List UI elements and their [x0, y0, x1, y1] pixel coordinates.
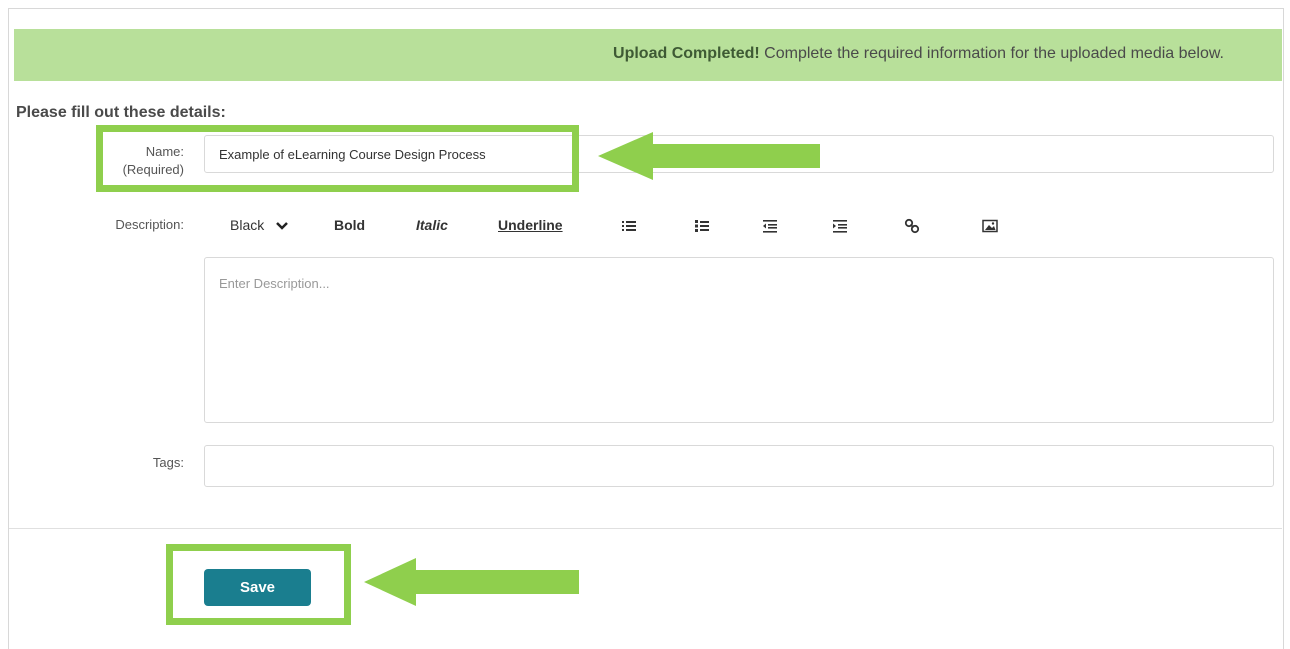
upload-success-banner: Upload Completed! Complete the required …	[14, 29, 1282, 81]
indent-icon[interactable]	[832, 218, 848, 234]
underline-button[interactable]: Underline	[498, 217, 563, 233]
bold-button[interactable]: Bold	[334, 217, 365, 233]
tags-input[interactable]	[204, 445, 1274, 487]
ordered-list-icon[interactable]	[694, 218, 710, 234]
description-textarea[interactable]: Enter Description...	[204, 257, 1274, 423]
outdent-icon[interactable]	[762, 218, 778, 234]
form-title: Please fill out these details:	[16, 104, 226, 121]
font-color-value: Black	[230, 217, 265, 233]
description-placeholder: Enter Description...	[219, 276, 330, 291]
italic-button[interactable]: Italic	[416, 217, 448, 233]
link-icon[interactable]	[904, 218, 920, 234]
name-highlight-box	[96, 125, 579, 192]
save-pointer-arrow-icon	[364, 558, 579, 606]
image-icon[interactable]	[982, 218, 998, 234]
chevron-down-icon	[276, 222, 289, 231]
description-label: Description:	[115, 217, 184, 232]
banner-text: Complete the required information for th…	[764, 45, 1224, 62]
unordered-list-icon[interactable]	[621, 218, 637, 234]
save-highlight-box	[166, 544, 351, 625]
font-color-select[interactable]: Black	[230, 217, 289, 233]
form-divider	[9, 528, 1282, 529]
name-pointer-arrow-icon	[598, 132, 820, 180]
banner-message: Upload Completed! Complete the required …	[613, 45, 1224, 63]
tags-label: Tags:	[152, 455, 184, 470]
banner-strong-text: Upload Completed!	[613, 45, 760, 62]
